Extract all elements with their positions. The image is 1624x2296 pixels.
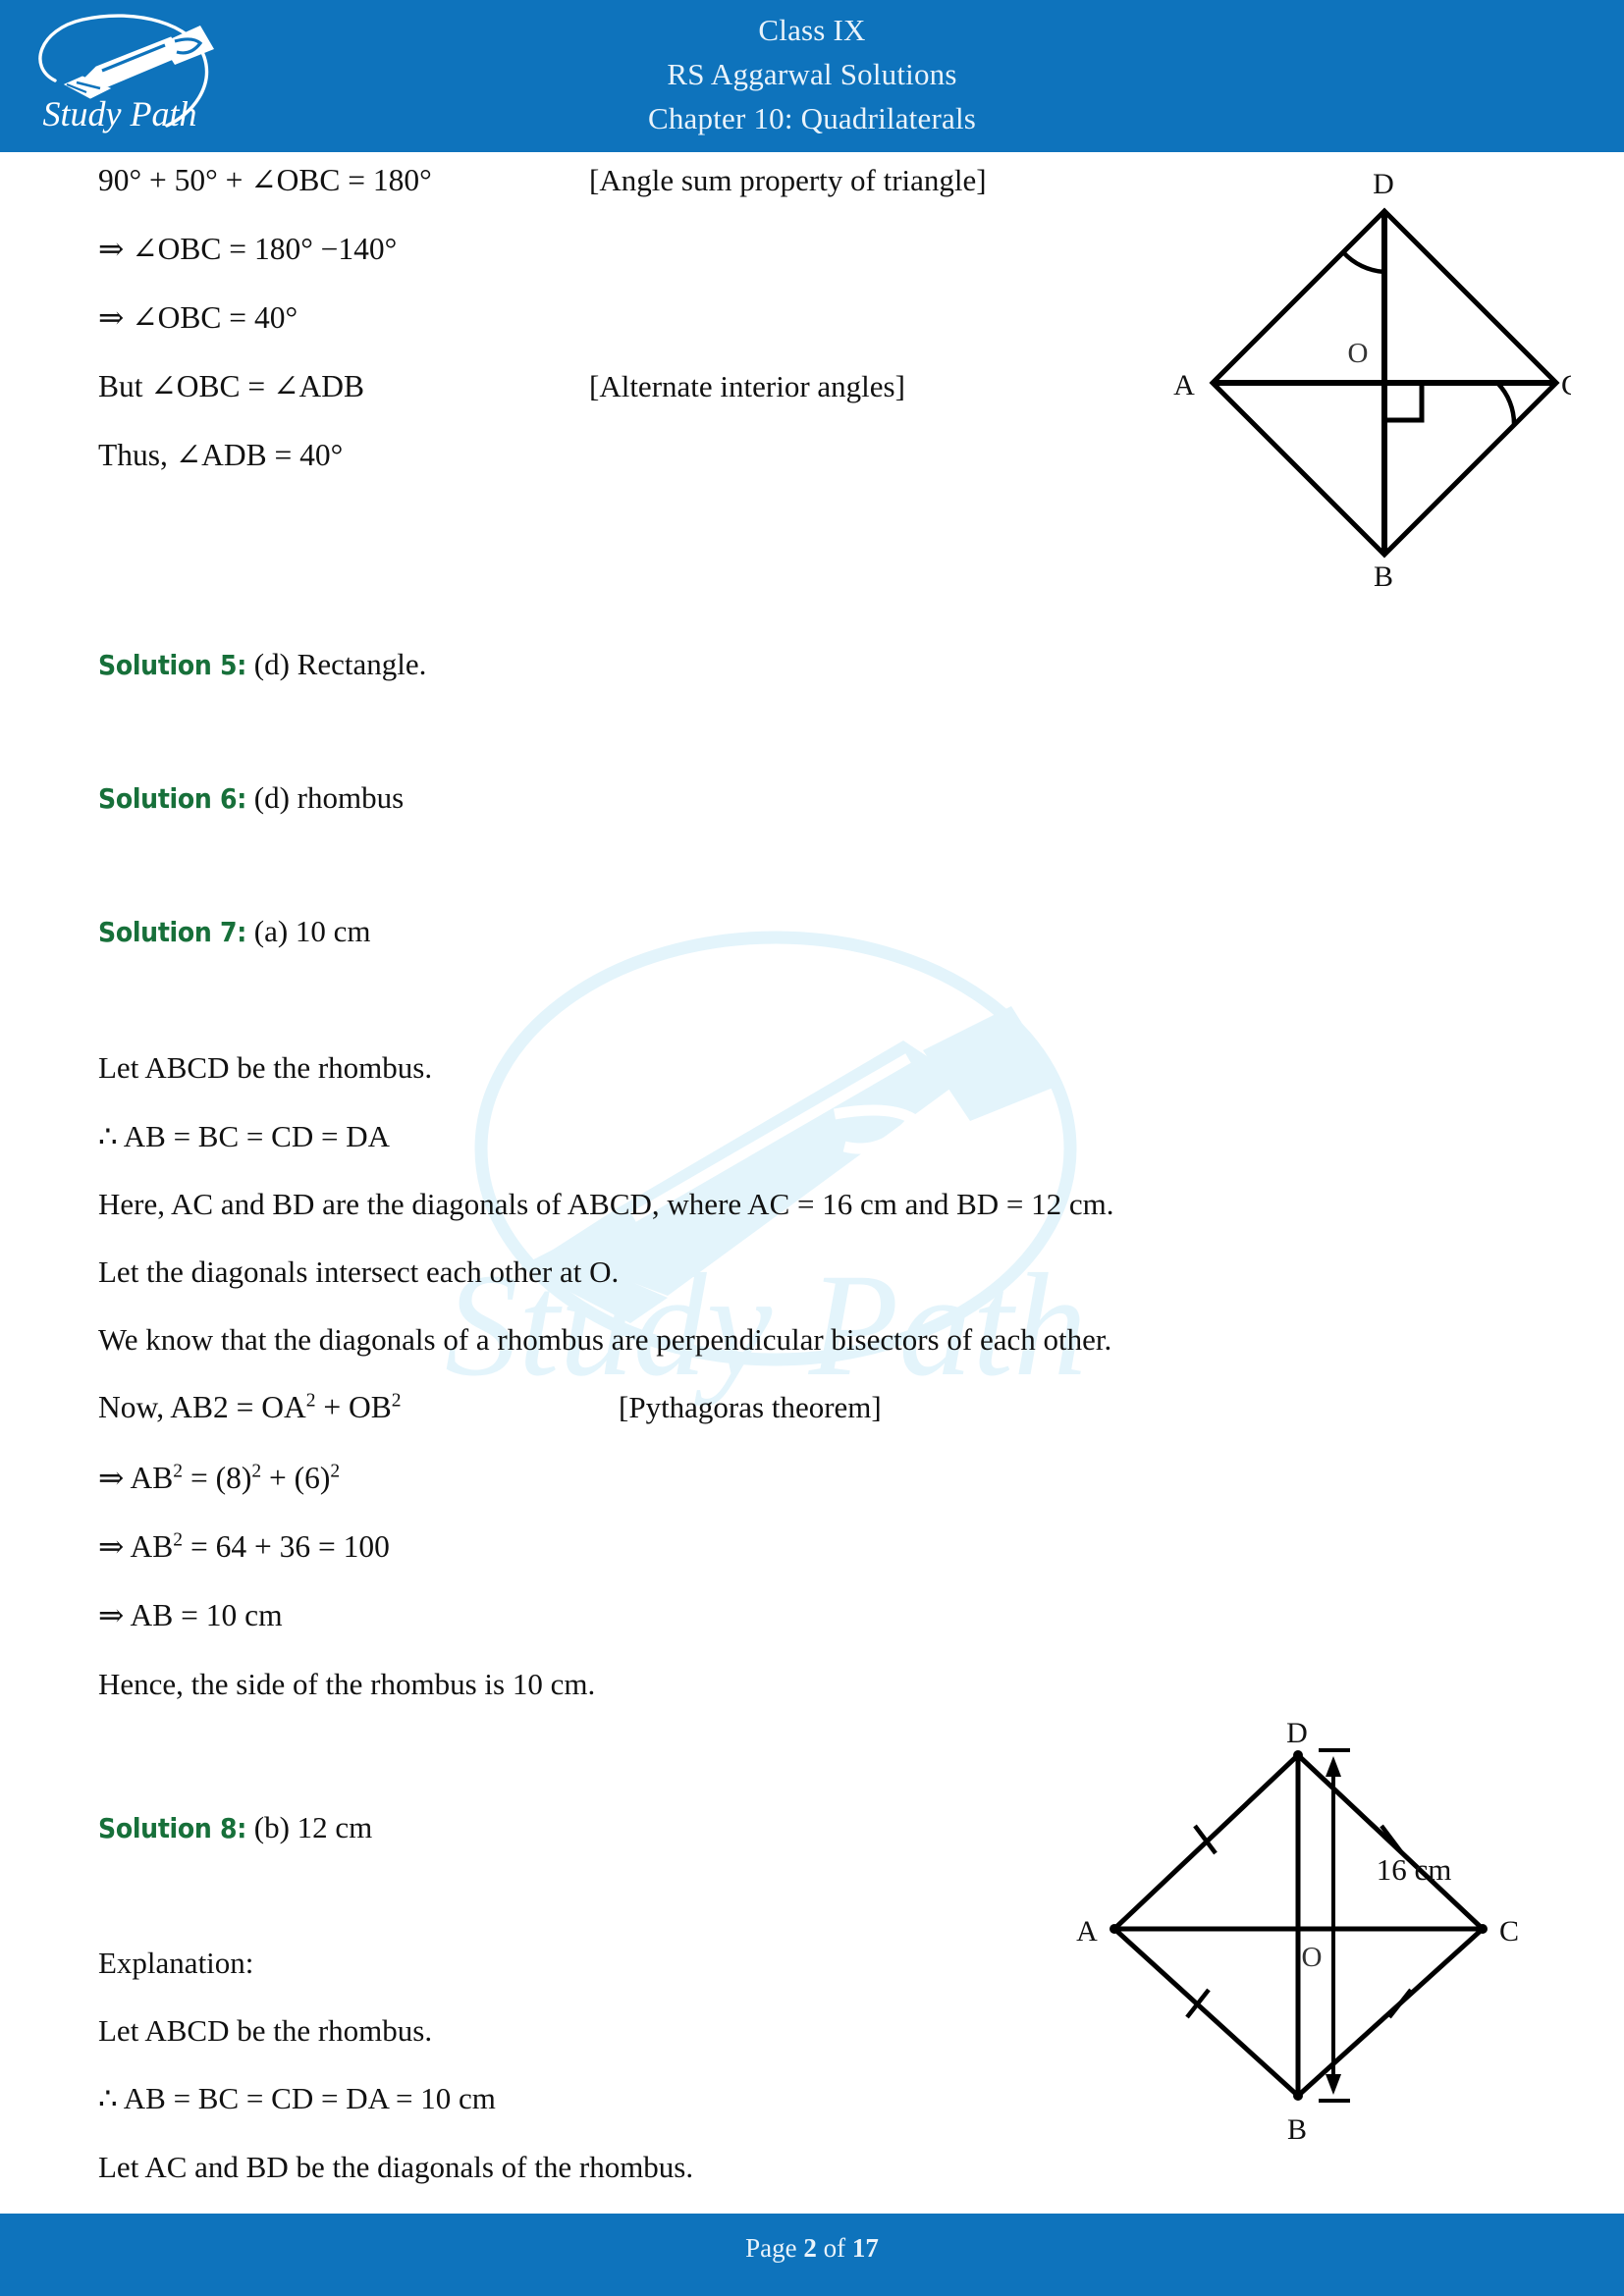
diagram2-label-c: C bbox=[1499, 1915, 1519, 1948]
solution-7-label: Solution 7: bbox=[98, 916, 247, 948]
diagram2-dimension-label: 16 cm bbox=[1377, 1852, 1452, 1887]
diagram2-label-b: B bbox=[1287, 2113, 1307, 2146]
solution-6-answer: (d) rhombus bbox=[253, 780, 405, 815]
p6-part-b: + OB bbox=[315, 1390, 392, 1424]
solution-5-line: Solution 5: (d) Rectangle. bbox=[98, 648, 426, 682]
diagram1-label-c: C bbox=[1561, 369, 1571, 401]
solution-8-line: Solution 8: (b) 12 cm bbox=[98, 1811, 372, 1845]
paragraph-8: ⇒ AB2 = 64 + 36 = 100 bbox=[98, 1530, 390, 1564]
p7-part-a: ⇒ AB bbox=[98, 1461, 174, 1495]
paragraph-10: Hence, the side of the rhombus is 10 cm. bbox=[98, 1667, 596, 1701]
footer-current-page: 2 bbox=[803, 2233, 817, 2263]
p6-sup-2: 2 bbox=[391, 1390, 402, 1412]
equation-2: ⇒ ∠OBC = 180° −140° bbox=[98, 232, 398, 266]
p7-sup-1: 2 bbox=[173, 1461, 184, 1482]
page-number-text: Page 2 of 17 bbox=[0, 2233, 1624, 2264]
paragraph-7: ⇒ AB2 = (8)2 + (6)2 bbox=[98, 1462, 340, 1495]
equation-1: 90° + 50° + ∠OBC = 180° bbox=[98, 163, 432, 197]
solution-5-answer: (d) Rectangle. bbox=[253, 647, 427, 681]
footer-prefix: Page bbox=[745, 2233, 804, 2263]
solution-7-line: Solution 7: (a) 10 cm bbox=[98, 915, 371, 949]
equation-1-note: [Angle sum property of triangle] bbox=[589, 163, 987, 197]
diagram1-label-b: B bbox=[1374, 561, 1393, 593]
document-page: Study Path Study Path Class IX RS Aggarw… bbox=[0, 0, 1624, 2296]
solution-6-label: Solution 6: bbox=[98, 782, 247, 815]
paragraph-12: Let ABCD be the rhombus. bbox=[98, 2013, 433, 2048]
p7-sup-2: 2 bbox=[251, 1461, 262, 1482]
paragraph-1: Let ABCD be the rhombus. bbox=[98, 1050, 433, 1085]
p6-part-a: Now, AB2 = OA bbox=[98, 1390, 306, 1424]
diagram-rhombus-2: 16 cm D B A C O bbox=[1065, 1717, 1556, 2214]
footer-total-pages: 17 bbox=[851, 2233, 879, 2263]
diagram2-label-o: O bbox=[1302, 1942, 1323, 1973]
header-chapter-line: Chapter 10: Quadrilaterals bbox=[647, 101, 977, 135]
header-book-line: RS Aggarwal Solutions bbox=[667, 57, 957, 91]
equation-5: Thus, ∠ADB = 40° bbox=[98, 438, 344, 472]
diagram2-label-a: A bbox=[1076, 1915, 1098, 1948]
p8-sup-1: 2 bbox=[173, 1529, 184, 1551]
equation-4-note: [Alternate interior angles] bbox=[589, 369, 905, 403]
p7-part-b: = (8) bbox=[183, 1461, 252, 1495]
p8-part-a: ⇒ AB bbox=[98, 1529, 174, 1564]
paragraph-6-note: [Pythagoras theorem] bbox=[619, 1390, 882, 1424]
diagram1-label-a: A bbox=[1173, 369, 1195, 401]
header-class-line: Class IX bbox=[758, 13, 866, 47]
p8-part-b: = 64 + 36 = 100 bbox=[183, 1529, 390, 1564]
footer-middle: of bbox=[816, 2233, 852, 2263]
diagram1-label-d: D bbox=[1373, 168, 1394, 200]
solution-6-line: Solution 6: (d) rhombus bbox=[98, 781, 404, 816]
solution-5-label: Solution 5: bbox=[98, 649, 247, 681]
solution-8-label: Solution 8: bbox=[98, 1812, 247, 1844]
paragraph-6: Now, AB2 = OA2 + OB2 bbox=[98, 1391, 402, 1424]
p7-part-c: + (6) bbox=[261, 1461, 331, 1495]
paragraph-9: ⇒ AB = 10 cm bbox=[98, 1598, 283, 1632]
paragraph-4: Let the diagonals intersect each other a… bbox=[98, 1255, 620, 1289]
paragraph-5: We know that the diagonals of a rhombus … bbox=[98, 1322, 1112, 1357]
header-titles: Class IX RS Aggarwal Solutions Chapter 1… bbox=[0, 8, 1624, 140]
equation-4: But ∠OBC = ∠ADB bbox=[98, 369, 364, 403]
paragraph-2: ∴ AB = BC = CD = DA bbox=[98, 1119, 390, 1153]
solution-7-answer: (a) 10 cm bbox=[253, 914, 371, 948]
page-header: Study Path Class IX RS Aggarwal Solution… bbox=[0, 0, 1624, 152]
explanation-heading: Explanation: bbox=[98, 1946, 254, 1980]
p6-sup-1: 2 bbox=[305, 1390, 316, 1412]
diagram2-label-d: D bbox=[1286, 1723, 1308, 1749]
equation-3: ⇒ ∠OBC = 40° bbox=[98, 300, 298, 335]
diagram1-label-o: O bbox=[1348, 338, 1369, 369]
paragraph-14: Let AC and BD be the diagonals of the rh… bbox=[98, 2150, 694, 2184]
p7-sup-3: 2 bbox=[330, 1461, 341, 1482]
paragraph-13: ∴ AB = BC = CD = DA = 10 cm bbox=[98, 2081, 496, 2115]
page-footer: Page 2 of 17 bbox=[0, 2214, 1624, 2296]
paragraph-3: Here, AC and BD are the diagonals of ABC… bbox=[98, 1187, 1114, 1221]
solution-8-answer: (b) 12 cm bbox=[253, 1810, 373, 1844]
diagram-rhombus-1: D B A C O bbox=[1159, 162, 1581, 594]
